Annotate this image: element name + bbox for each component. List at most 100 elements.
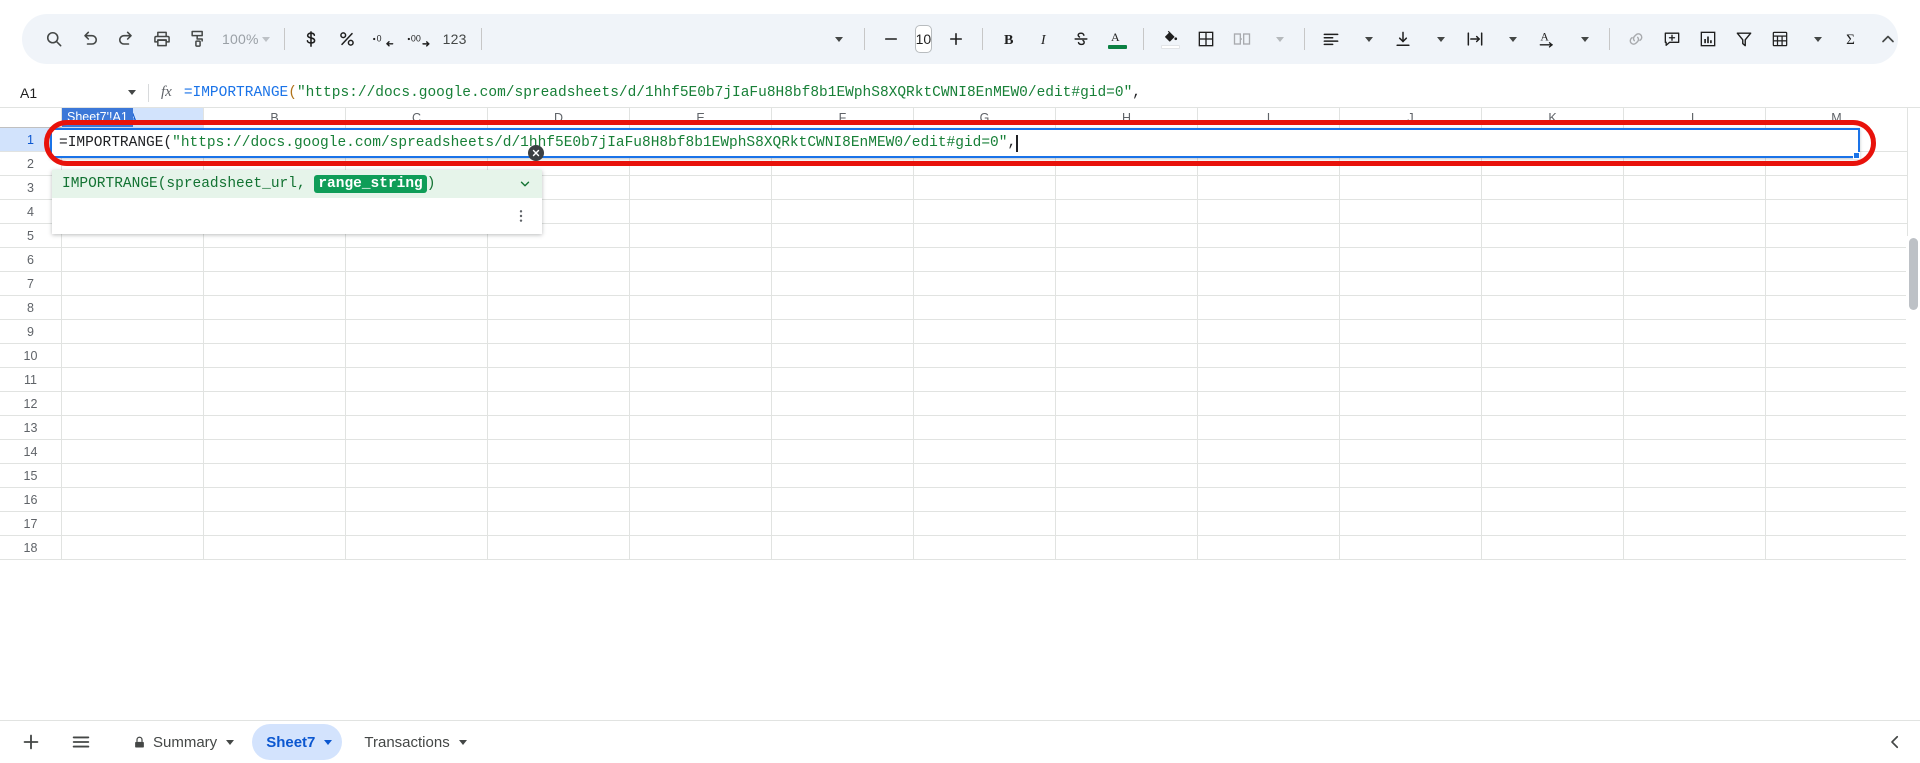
column-header-k[interactable]: K [1482,108,1624,128]
cell-H16[interactable] [1056,488,1198,512]
cell-C7[interactable] [346,272,488,296]
cell-J15[interactable] [1340,464,1482,488]
strikethrough-icon[interactable] [1063,21,1099,57]
cell-I15[interactable] [1198,464,1340,488]
percent-format-icon[interactable] [329,21,365,57]
row-header-8[interactable]: 8 [0,296,62,320]
cell-C10[interactable] [346,344,488,368]
vertical-align-icon[interactable] [1385,21,1421,57]
cell-K3[interactable] [1482,176,1624,200]
cell-C13[interactable] [346,416,488,440]
cell-H17[interactable] [1056,512,1198,536]
cell-L7[interactable] [1624,272,1766,296]
cell-K11[interactable] [1482,368,1624,392]
cell-D8[interactable] [488,296,630,320]
currency-format-icon[interactable] [293,21,329,57]
cell-J3[interactable] [1340,176,1482,200]
column-header-d[interactable]: D [488,108,630,128]
column-header-j[interactable]: J [1340,108,1482,128]
cell-D16[interactable] [488,488,630,512]
cell-L15[interactable] [1624,464,1766,488]
cell-D12[interactable] [488,392,630,416]
cell-H9[interactable] [1056,320,1198,344]
sum-icon[interactable]: Σ [1834,21,1870,57]
cell-C15[interactable] [346,464,488,488]
cell-F7[interactable] [772,272,914,296]
cell-G5[interactable] [914,224,1056,248]
cell-G7[interactable] [914,272,1056,296]
borders-icon[interactable] [1188,21,1224,57]
cell-E6[interactable] [630,248,772,272]
cell-E18[interactable] [630,536,772,560]
cell-G11[interactable] [914,368,1056,392]
cell-B8[interactable] [204,296,346,320]
font-family-dropdown[interactable] [820,21,856,57]
cell-editor[interactable]: =IMPORTRANGE("https://docs.google.com/sp… [50,128,1860,158]
sheet-tab-summary[interactable]: Summary [118,724,244,760]
cell-E17[interactable] [630,512,772,536]
cell-M3[interactable] [1766,176,1908,200]
cell-B6[interactable] [204,248,346,272]
cell-K6[interactable] [1482,248,1624,272]
cell-H11[interactable] [1056,368,1198,392]
cell-L11[interactable] [1624,368,1766,392]
column-header-g[interactable]: G [914,108,1056,128]
cell-K14[interactable] [1482,440,1624,464]
cell-F4[interactable] [772,200,914,224]
cell-K9[interactable] [1482,320,1624,344]
cell-A8[interactable] [62,296,204,320]
cell-E3[interactable] [630,176,772,200]
row-header-12[interactable]: 12 [0,392,62,416]
cell-D6[interactable] [488,248,630,272]
cell-J6[interactable] [1340,248,1482,272]
cell-E12[interactable] [630,392,772,416]
cell-E4[interactable] [630,200,772,224]
cell-G13[interactable] [914,416,1056,440]
error-close-badge-icon[interactable] [528,145,544,161]
cell-I12[interactable] [1198,392,1340,416]
vertical-align-dropdown[interactable] [1421,21,1457,57]
cell-H14[interactable] [1056,440,1198,464]
cell-D13[interactable] [488,416,630,440]
insert-chart-icon[interactable] [1690,21,1726,57]
tab-bar-collapse-icon[interactable] [1886,733,1904,751]
cell-B10[interactable] [204,344,346,368]
cell-A11[interactable] [62,368,204,392]
cell-G10[interactable] [914,344,1056,368]
cell-L14[interactable] [1624,440,1766,464]
cell-I13[interactable] [1198,416,1340,440]
cell-G15[interactable] [914,464,1056,488]
cell-J10[interactable] [1340,344,1482,368]
cell-H12[interactable] [1056,392,1198,416]
cell-M13[interactable] [1766,416,1908,440]
column-header-h[interactable]: H [1056,108,1198,128]
functions-dropdown[interactable] [1798,21,1834,57]
cell-E7[interactable] [630,272,772,296]
cell-G8[interactable] [914,296,1056,320]
cell-K5[interactable] [1482,224,1624,248]
cell-M4[interactable] [1766,200,1908,224]
cell-I8[interactable] [1198,296,1340,320]
cell-K7[interactable] [1482,272,1624,296]
row-header-6[interactable]: 6 [0,248,62,272]
cell-D17[interactable] [488,512,630,536]
cell-A18[interactable] [62,536,204,560]
cell-H4[interactable] [1056,200,1198,224]
insert-link-icon[interactable] [1618,21,1654,57]
formula-input[interactable]: =IMPORTRANGE("https://docs.google.com/sp… [184,85,1920,101]
cell-M11[interactable] [1766,368,1908,392]
cell-B15[interactable] [204,464,346,488]
cell-M9[interactable] [1766,320,1908,344]
merge-cells-icon[interactable] [1224,21,1260,57]
cell-M15[interactable] [1766,464,1908,488]
cell-E14[interactable] [630,440,772,464]
row-header-17[interactable]: 17 [0,512,62,536]
sheet-tab-transactions[interactable]: Transactions [350,724,476,760]
cell-C14[interactable] [346,440,488,464]
cell-G3[interactable] [914,176,1056,200]
row-header-14[interactable]: 14 [0,440,62,464]
cell-M14[interactable] [1766,440,1908,464]
cell-A10[interactable] [62,344,204,368]
chevron-down-icon[interactable] [226,739,235,745]
redo-icon[interactable] [108,21,144,57]
